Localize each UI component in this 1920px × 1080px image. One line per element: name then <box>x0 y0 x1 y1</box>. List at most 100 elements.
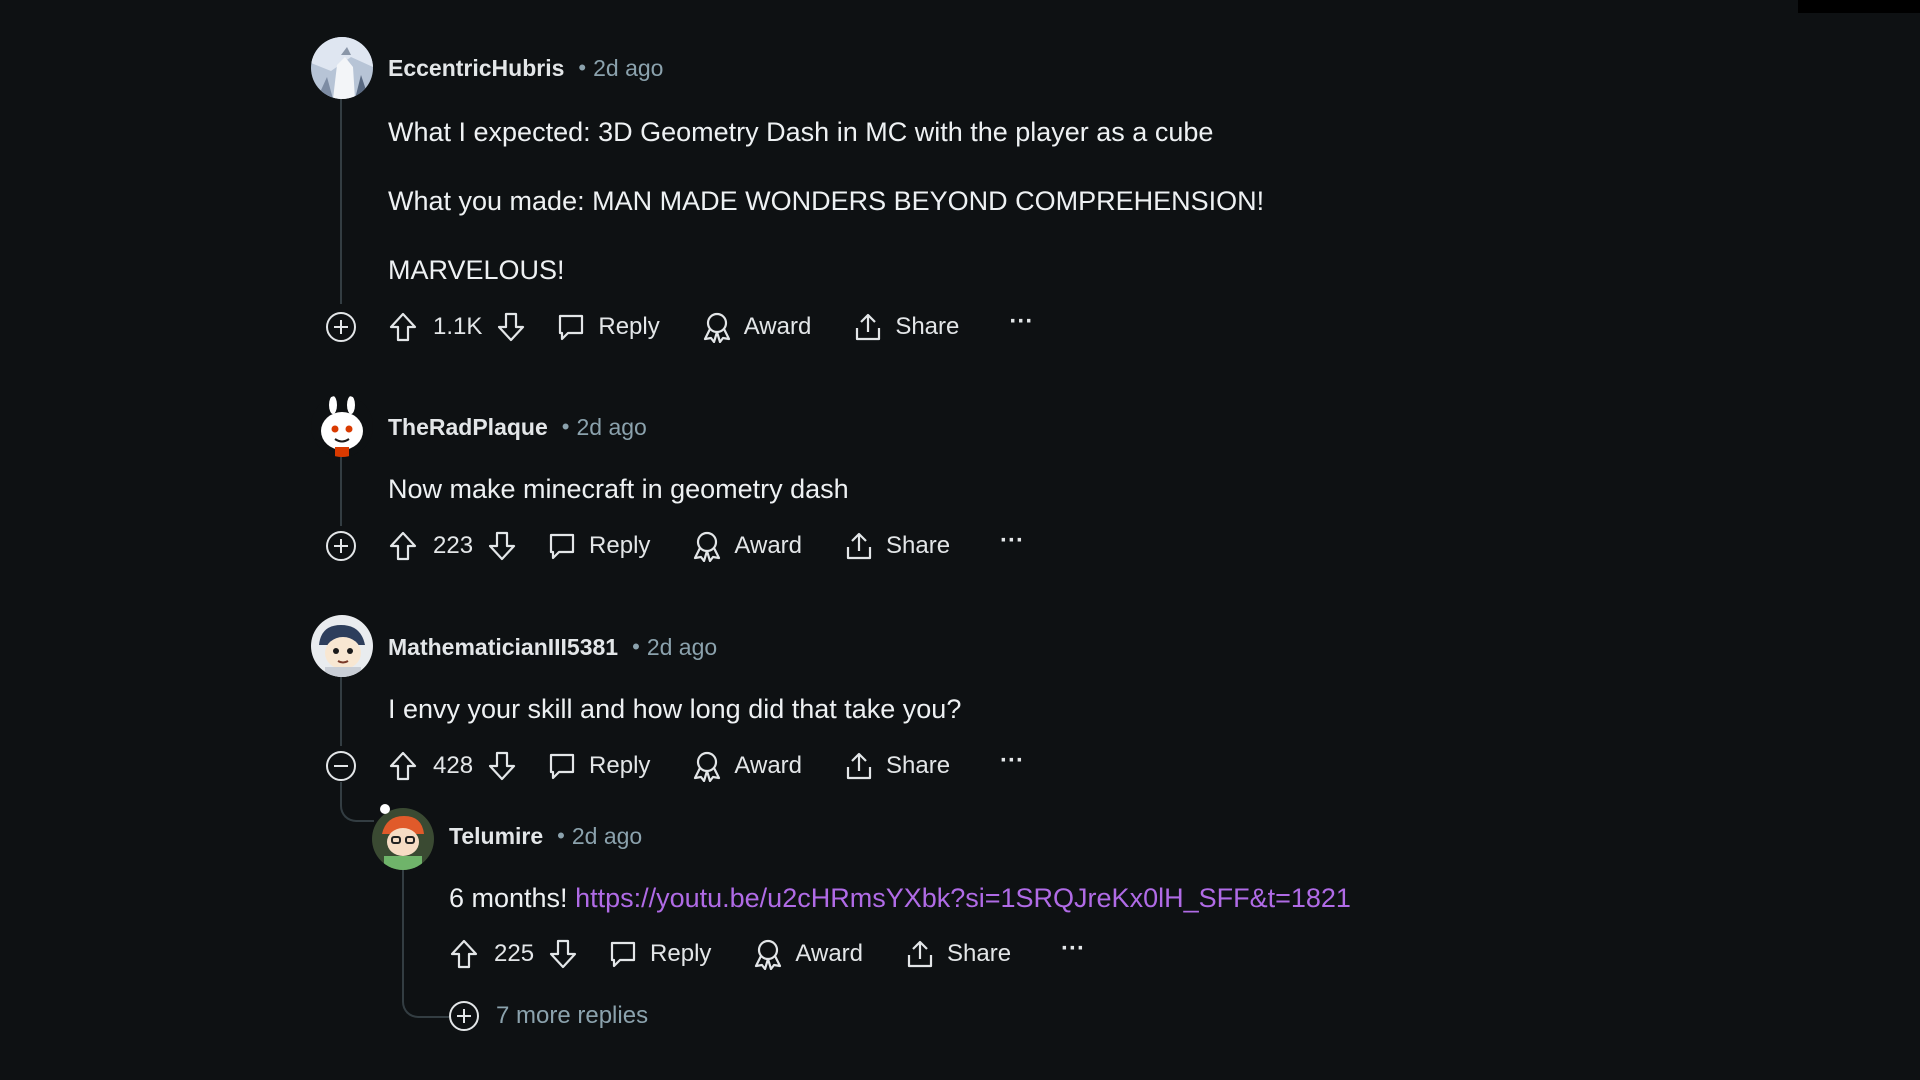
award-ribbon-icon <box>703 312 730 343</box>
vote-count: 428 <box>433 752 474 779</box>
username[interactable]: MathematicianIII5381 <box>388 634 618 661</box>
reply-button[interactable]: Reply <box>547 531 650 561</box>
share-label: Share <box>947 940 1012 967</box>
action-bar: 225 Reply Award Share ··· <box>449 932 1085 976</box>
more-options-button[interactable]: ··· <box>1000 747 1024 775</box>
upvote-button[interactable] <box>388 311 418 343</box>
comment-meta: TheRadPlaque • 2d ago <box>388 407 647 447</box>
comment-thread-page: EccentricHubris • 2d ago What I expected… <box>0 0 1920 1080</box>
action-bar: 1.1K Reply Award Share ··· <box>388 305 1033 349</box>
thread-line[interactable] <box>340 456 342 526</box>
more-options-button[interactable]: ··· <box>1009 308 1033 336</box>
vote-count: 225 <box>494 940 535 967</box>
avatar[interactable] <box>311 615 373 677</box>
share-button[interactable]: Share <box>905 938 1011 970</box>
upvote-arrow-icon <box>389 312 417 342</box>
online-status-dot <box>380 804 390 814</box>
expand-thread-button[interactable] <box>325 530 357 562</box>
downvote-button[interactable] <box>548 938 578 970</box>
timestamp[interactable]: 2d ago <box>576 414 646 441</box>
thread-line[interactable] <box>340 98 342 304</box>
share-button[interactable]: Share <box>844 750 950 782</box>
username[interactable]: EccentricHubris <box>388 55 564 82</box>
comment-meta: EccentricHubris • 2d ago <box>388 48 663 88</box>
share-label: Share <box>886 532 951 559</box>
comment-bubble-icon <box>559 314 584 341</box>
thread-connector <box>402 985 450 1018</box>
action-bar: 428 Reply Award Share ··· <box>388 744 1024 788</box>
share-upload-icon <box>846 532 872 560</box>
more-replies-button[interactable]: 7 more replies <box>448 996 648 1036</box>
share-label: Share <box>895 313 960 340</box>
separator-dot: • <box>557 823 565 848</box>
share-upload-icon <box>846 752 872 780</box>
username[interactable]: Telumire <box>449 823 543 850</box>
more-options-button[interactable]: ··· <box>1061 935 1085 963</box>
plus-circle-icon <box>326 312 356 342</box>
comment-bubble-icon <box>549 533 575 560</box>
share-button[interactable]: Share <box>853 311 959 343</box>
separator-dot: • <box>578 55 587 80</box>
comment-text-prefix: 6 months! <box>449 883 576 913</box>
share-upload-icon <box>907 940 933 968</box>
downvote-arrow-icon <box>488 531 516 561</box>
expand-thread-button[interactable] <box>325 311 357 343</box>
username[interactable]: TheRadPlaque <box>388 414 548 441</box>
share-button[interactable]: Share <box>844 530 950 562</box>
thread-connector <box>340 782 374 822</box>
timestamp[interactable]: 2d ago <box>593 55 663 82</box>
avatar[interactable] <box>372 808 434 870</box>
reply-button[interactable]: Reply <box>608 939 711 969</box>
separator-dot: • <box>632 634 640 659</box>
downvote-arrow-icon <box>549 939 577 969</box>
comment-text: 6 months! https://youtu.be/u2cHRmsYXbk?s… <box>449 880 1351 916</box>
award-button[interactable]: Award <box>692 750 802 782</box>
award-label: Award <box>743 313 812 340</box>
vote-count: 223 <box>433 532 474 559</box>
award-button[interactable]: Award <box>692 530 802 562</box>
plus-circle-icon <box>326 531 356 561</box>
downvote-button[interactable] <box>487 530 517 562</box>
award-ribbon-icon <box>755 939 782 970</box>
separator-dot: • <box>561 414 570 439</box>
minus-circle-icon <box>326 751 356 781</box>
youtube-link[interactable]: https://youtu.be/u2cHRmsYXbk?si=1SRQJreK… <box>575 883 1351 913</box>
comment-bubble-icon <box>610 941 636 968</box>
downvote-arrow-icon <box>488 751 516 781</box>
reply-label: Reply <box>589 752 651 779</box>
award-label: Award <box>734 752 802 779</box>
upvote-arrow-icon <box>450 939 478 969</box>
avatar[interactable] <box>311 395 373 457</box>
downvote-button[interactable] <box>496 311 526 343</box>
award-button[interactable]: Award <box>702 311 812 343</box>
comment-text: I envy your skill and how long did that … <box>388 694 962 724</box>
reply-button[interactable]: Reply <box>547 751 650 781</box>
collapse-thread-button[interactable] <box>325 750 357 782</box>
timestamp[interactable]: 2d ago <box>572 823 642 850</box>
share-upload-icon <box>856 313 881 341</box>
plus-circle-icon <box>449 1001 479 1031</box>
comment-text: Now make minecraft in geometry dash <box>388 474 849 504</box>
more-options-button[interactable]: ··· <box>1000 527 1024 555</box>
award-label: Award <box>734 532 802 559</box>
thread-line[interactable] <box>340 676 342 746</box>
upvote-button[interactable] <box>449 938 479 970</box>
window-corner <box>1798 0 1920 13</box>
upvote-arrow-icon <box>389 531 417 561</box>
downvote-button[interactable] <box>487 750 517 782</box>
upvote-button[interactable] <box>388 530 418 562</box>
downvote-arrow-icon <box>498 312 525 342</box>
vote-count: 1.1K <box>433 313 483 340</box>
share-label: Share <box>886 752 951 779</box>
award-button[interactable]: Award <box>753 938 863 970</box>
upvote-arrow-icon <box>389 751 417 781</box>
comment-bubble-icon <box>549 753 575 780</box>
thread-line[interactable] <box>402 870 404 1000</box>
more-replies-label: 7 more replies <box>496 1002 649 1029</box>
upvote-button[interactable] <box>388 750 418 782</box>
action-bar: 223 Reply Award Share ··· <box>388 524 1024 568</box>
timestamp[interactable]: 2d ago <box>647 634 717 661</box>
reply-label: Reply <box>598 313 660 340</box>
reply-button[interactable]: Reply <box>556 312 660 342</box>
avatar[interactable] <box>311 37 373 99</box>
